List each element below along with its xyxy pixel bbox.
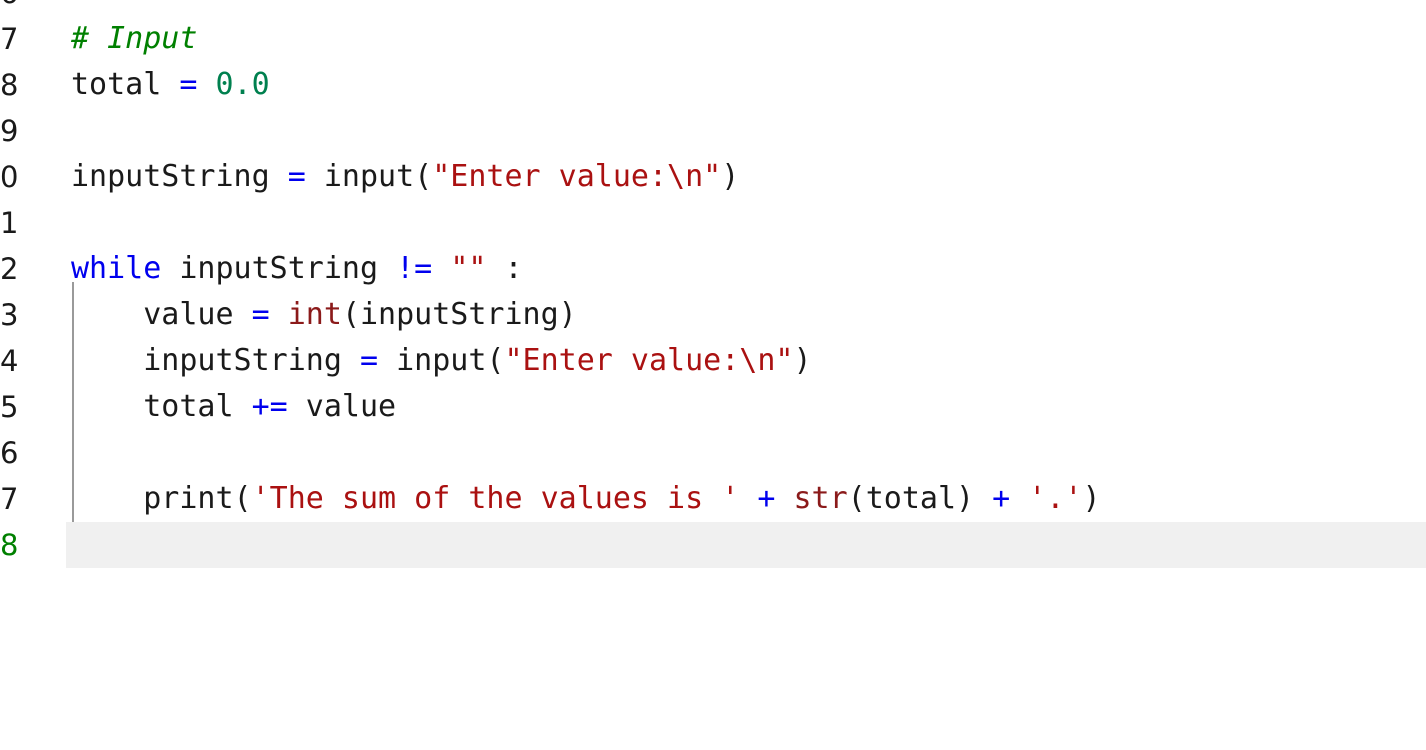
token-number: 0.0 [215,67,270,102]
code-line-18[interactable]: total = 0.0 [71,62,270,108]
token-default: (inputString) [341,297,577,332]
code-line-20[interactable]: inputString = input("Enter value:\n") [71,154,739,200]
token-default: ) [1082,481,1101,516]
token-builtin: str [793,481,848,516]
token-default: input( [378,343,505,378]
code-line-17[interactable]: # Input [71,16,197,62]
code-text-area[interactable]: # Input total = 0.0 inputString = input("E… [0,0,1426,750]
token-builtin: int [287,297,342,332]
token-string: "Enter value:\n" [432,159,722,194]
token-default: ) [793,343,812,378]
code-line-22[interactable]: while inputString != "" : [71,246,523,292]
token-operator: + [992,481,1011,516]
token-default [1010,481,1028,516]
token-default: value [287,389,397,424]
token-default [739,481,757,516]
token-default: (total) [847,481,993,516]
token-default [197,67,215,102]
token-default [432,251,450,286]
token-default: inputString [71,343,360,378]
code-line-24[interactable]: inputString = input("Enter value:\n") [71,338,812,384]
token-string: "" [450,251,487,286]
token-default: total [71,389,252,424]
token-string: '.' [1028,481,1083,516]
code-line-25[interactable]: total += value [71,384,396,430]
token-comment: # Input [71,21,198,56]
token-default: print( [71,481,252,516]
token-string: "Enter value:\n" [504,343,794,378]
token-operator: += [251,389,288,424]
code-line-27[interactable]: print('The sum of the values is ' + str(… [71,476,1101,522]
token-default: : [486,251,523,286]
token-operator: + [757,481,776,516]
token-operator: = [251,297,270,332]
token-default: inputString [161,251,397,286]
token-operator: = [359,343,379,378]
token-default: value [71,297,252,332]
token-default [775,481,793,516]
token-operator: = [287,159,306,194]
token-string: 'The sum of the values is ' [251,481,740,516]
token-keyword: while [71,251,162,286]
token-operator: = [179,67,198,102]
token-default: ) [721,159,740,194]
token-default [270,297,288,332]
token-default: total [71,67,180,102]
token-operator: != [396,251,433,286]
code-editor-viewport[interactable]: 6789012345678 # Inputtotal = 0.0inputStr… [0,0,1426,750]
token-default: input( [305,159,433,194]
token-default: inputString [71,159,288,194]
code-line-23[interactable]: value = int(inputString) [71,292,577,338]
